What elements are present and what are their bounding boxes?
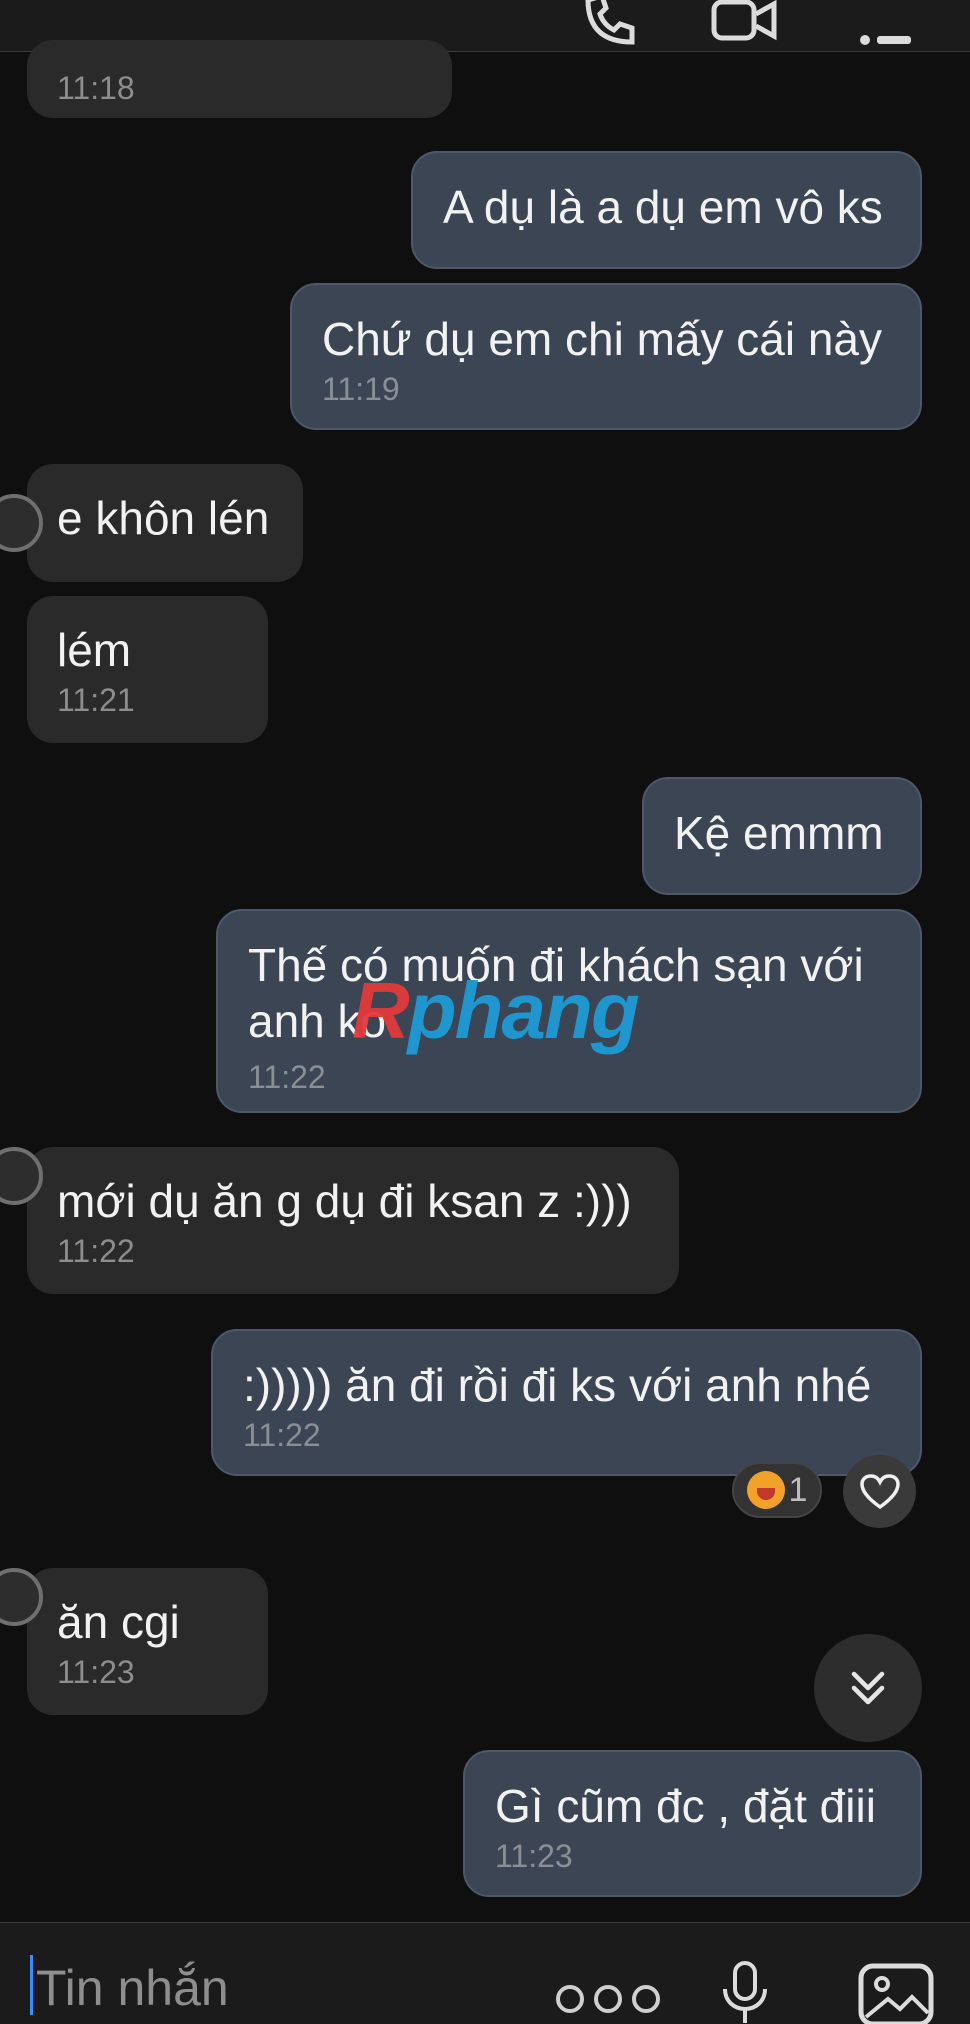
message-bubble-incoming[interactable]: ăn cgi 11:23 xyxy=(0,1568,268,1715)
message-text: :))))) ăn đi rồi đi ks với anh nhé xyxy=(243,1359,872,1411)
avatar[interactable] xyxy=(0,494,43,552)
menu-icon[interactable] xyxy=(855,0,915,50)
message-bubble-incoming[interactable]: e khôn lén xyxy=(0,464,303,582)
message-bubble-outgoing[interactable]: Kệ emmm xyxy=(642,777,922,895)
message-time: 11:23 xyxy=(495,1838,573,1874)
message-bubble-outgoing[interactable]: Gì cũm đc , đặt điii 11:23 xyxy=(463,1750,922,1897)
phone-icon[interactable] xyxy=(580,0,640,50)
message-time: 11:22 xyxy=(243,1417,321,1453)
image-icon[interactable] xyxy=(858,1963,934,2024)
message-bubble-outgoing[interactable]: A dụ là a dụ em vô ks xyxy=(411,151,922,269)
message-time: 11:22 xyxy=(248,1059,326,1095)
double-chevron-down-icon xyxy=(851,1671,885,1705)
message-bubble-outgoing[interactable]: Chứ dụ em chi mấy cái này 11:19 xyxy=(290,283,922,430)
message-bubble-outgoing[interactable]: :))))) ăn đi rồi đi ks với anh nhé 11:22 xyxy=(211,1329,922,1476)
avatar[interactable] xyxy=(0,1147,43,1205)
heart-icon xyxy=(859,1473,900,1509)
message-bubble-incoming[interactable]: lém 11:21 xyxy=(27,596,268,743)
message-text: Gì cũm đc , đặt điii xyxy=(495,1780,876,1832)
microphone-icon[interactable] xyxy=(720,1961,770,2024)
reaction-count: 1 xyxy=(788,1470,808,1509)
message-composer: Tin nhắn xyxy=(0,1922,970,2024)
reaction-badge[interactable]: 1 xyxy=(732,1462,822,1518)
message-text: Chứ dụ em chi mấy cái này xyxy=(322,313,883,365)
message-time: 11:22 xyxy=(57,1233,135,1269)
scroll-to-bottom-button[interactable] xyxy=(814,1634,922,1742)
video-icon[interactable] xyxy=(710,0,780,50)
message-bubble-incoming[interactable]: 11:18 xyxy=(27,40,452,118)
message-text: mới dụ ăn g dụ đi ksan z :))) xyxy=(57,1175,632,1227)
message-text: Kệ emmm xyxy=(674,807,884,859)
more-options-icon[interactable] xyxy=(556,1985,660,2013)
message-time: 11:23 xyxy=(57,1654,135,1690)
message-text: A dụ là a dụ em vô ks xyxy=(443,181,883,233)
message-time: 11:18 xyxy=(57,70,135,106)
message-time: 11:21 xyxy=(57,682,135,718)
text-cursor xyxy=(30,1955,33,2015)
watermark-logo: Rphang xyxy=(352,966,640,1055)
message-bubble-incoming[interactable]: mới dụ ăn g dụ đi ksan z :))) 11:22 xyxy=(0,1147,679,1294)
message-time: 11:19 xyxy=(322,371,400,407)
message-text: lém xyxy=(57,624,132,676)
message-input[interactable]: Tin nhắn xyxy=(36,1959,229,2017)
message-text: e khôn lén xyxy=(57,492,270,544)
laughing-emoji-icon xyxy=(746,1471,785,1509)
message-text: ăn cgi xyxy=(57,1596,180,1648)
avatar[interactable] xyxy=(0,1568,43,1626)
react-heart-button[interactable] xyxy=(843,1455,916,1528)
